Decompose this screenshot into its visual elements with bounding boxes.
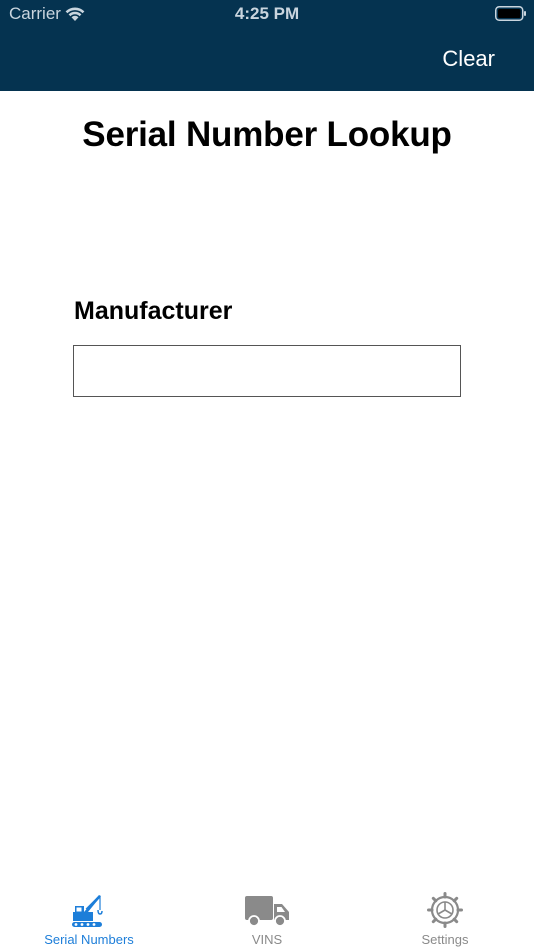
tab-bar: Serial Numbers VINS Settings: [0, 880, 534, 950]
navigation-header: Carrier 4:25 PM Clear: [0, 0, 534, 91]
crane-icon: [72, 895, 103, 927]
status-bar: Carrier 4:25 PM: [0, 0, 534, 28]
tab-settings[interactable]: Settings: [356, 880, 534, 950]
truck-icon: [245, 896, 289, 927]
clear-button[interactable]: Clear: [442, 46, 495, 72]
tab-label-serial-numbers: Serial Numbers: [44, 932, 134, 947]
manufacturer-label: Manufacturer: [74, 297, 233, 325]
tab-label-vins: VINS: [251, 932, 283, 947]
status-time: 4:25 PM: [234, 4, 300, 23]
tab-vins[interactable]: VINS: [178, 880, 356, 950]
tab-serial-numbers[interactable]: Serial Numbers: [0, 880, 178, 950]
gear-icon: [427, 892, 463, 928]
tab-label-settings: Settings: [421, 932, 469, 947]
battery-icon: [495, 6, 526, 21]
page-title: Serial Number Lookup: [82, 115, 452, 154]
manufacturer-input[interactable]: [73, 345, 461, 397]
